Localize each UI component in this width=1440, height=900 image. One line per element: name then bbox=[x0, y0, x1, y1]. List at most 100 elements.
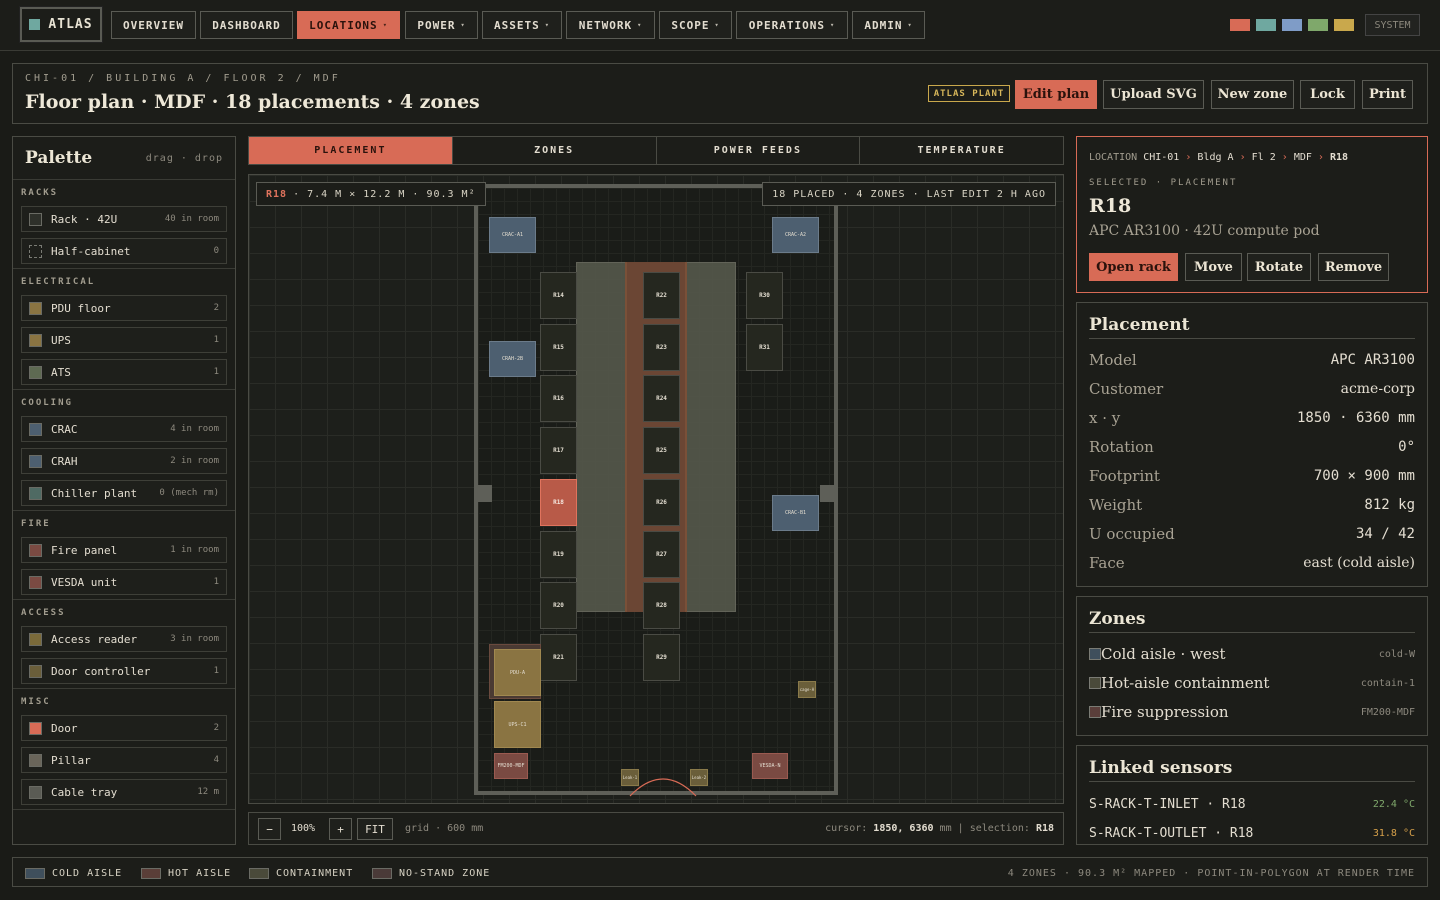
fit-button[interactable]: FIT bbox=[357, 818, 393, 840]
tab-placement[interactable]: PLACEMENT bbox=[249, 137, 453, 164]
rack-r28[interactable]: R28 bbox=[643, 582, 680, 630]
open-rack-button[interactable]: Open rack bbox=[1089, 253, 1178, 281]
edit-plan-button[interactable]: Edit plan bbox=[1015, 80, 1097, 109]
system-button[interactable]: SYSTEM bbox=[1365, 14, 1420, 36]
palette-item[interactable]: Rack · 42U 40 in room bbox=[21, 206, 227, 232]
print-button[interactable]: Print bbox=[1362, 80, 1413, 109]
palette-item[interactable]: VESDA unit 1 bbox=[21, 569, 227, 595]
palette-item[interactable]: UPS 1 bbox=[21, 327, 227, 353]
cage-reader[interactable]: cage-A bbox=[798, 681, 816, 698]
tab-zones[interactable]: ZONES bbox=[453, 137, 657, 164]
nav-assets[interactable]: ASSETS ▾ bbox=[482, 11, 562, 39]
brand-logo[interactable]: ATLAS bbox=[20, 7, 102, 42]
crac-a1[interactable]: CRAC-A1 bbox=[489, 217, 536, 253]
rack-r23[interactable]: R23 bbox=[643, 323, 680, 371]
lock-button[interactable]: Lock bbox=[1300, 80, 1355, 109]
palette-item[interactable]: PDU floor 2 bbox=[21, 295, 227, 321]
upload-svg-button[interactable]: Upload SVG bbox=[1103, 80, 1204, 109]
move-button[interactable]: Move bbox=[1185, 253, 1242, 281]
zone-row[interactable]: Fire suppression FM200-MDF bbox=[1089, 702, 1415, 722]
zone-row[interactable]: Cold aisle · west cold-W bbox=[1089, 644, 1415, 664]
rack-r25[interactable]: R25 bbox=[643, 427, 680, 475]
cursor-label: cursor: bbox=[825, 823, 868, 834]
zoom-out-button[interactable]: − bbox=[258, 818, 281, 840]
zoom-in-button[interactable]: + bbox=[329, 818, 352, 840]
rack-r24[interactable]: R24 bbox=[643, 375, 680, 423]
crac-b1[interactable]: CRAC-B1 bbox=[772, 495, 819, 531]
palette-item[interactable]: Access reader 3 in room bbox=[21, 626, 227, 652]
crac-a2[interactable]: CRAC-A2 bbox=[772, 217, 819, 253]
rack-r18[interactable]: R18 bbox=[540, 478, 577, 526]
palette-swatch-icon bbox=[29, 454, 42, 468]
palette-item[interactable]: Half-cabinet 0 bbox=[21, 238, 227, 264]
rack-r19[interactable]: R19 bbox=[540, 530, 577, 578]
rack-r15[interactable]: R15 bbox=[540, 323, 577, 371]
rack-r14[interactable]: R14 bbox=[540, 272, 577, 319]
rack-r16[interactable]: R16 bbox=[540, 375, 577, 423]
location-site[interactable]: CHI-01 bbox=[1143, 152, 1179, 163]
placement-key: Rotation bbox=[1089, 438, 1154, 456]
pdu-a[interactable]: PDU-A bbox=[494, 649, 541, 696]
palette-item[interactable]: Chiller plant 0 (mech rm) bbox=[21, 480, 227, 506]
nav-locations[interactable]: LOCATIONS ▾ bbox=[297, 11, 400, 39]
sensor-row[interactable]: S-RACK-T-INLET · R18 22.4 °C bbox=[1089, 794, 1415, 814]
new-zone-button[interactable]: New zone bbox=[1211, 80, 1294, 109]
location-floor[interactable]: Fl 2 bbox=[1252, 152, 1276, 163]
nav-network[interactable]: NETWORK ▾ bbox=[566, 11, 655, 39]
rotate-button[interactable]: Rotate bbox=[1247, 253, 1311, 281]
fm200-panel[interactable]: FM200-MDF bbox=[494, 753, 528, 779]
ups-c1[interactable]: UPS-C1 bbox=[494, 701, 541, 748]
rack-r27[interactable]: R27 bbox=[643, 530, 680, 578]
rack-r30[interactable]: R30 bbox=[746, 272, 783, 319]
palette-item[interactable]: Door controller 1 bbox=[21, 658, 227, 684]
rack-r17[interactable]: R17 bbox=[540, 427, 577, 475]
nav-scope[interactable]: SCOPE ▾ bbox=[659, 11, 732, 39]
palette-panel: Palette drag · drop RACKS Rack · 42U 40 in… bbox=[12, 136, 236, 845]
palette-item[interactable]: CRAC 4 in room bbox=[21, 416, 227, 442]
vesda-unit[interactable]: VESDA-N bbox=[752, 753, 788, 779]
palette-item-count: 12 m bbox=[197, 787, 219, 797]
theme-swatch[interactable] bbox=[1230, 19, 1250, 31]
floor-plan-canvas[interactable]: R14 R15 R16 R17 R18 R19 R20 R21 R22 R23 R24 R25 R26 R… bbox=[248, 174, 1064, 804]
palette-item[interactable]: Door 2 bbox=[21, 715, 227, 741]
rack-r22[interactable]: R22 bbox=[643, 272, 680, 319]
remove-button[interactable]: Remove bbox=[1318, 253, 1389, 281]
door-east[interactable] bbox=[820, 485, 838, 502]
crah-2b[interactable]: CRAH-2B bbox=[489, 341, 536, 377]
location-room[interactable]: MDF bbox=[1294, 152, 1312, 163]
palette-item-count: 1 bbox=[213, 335, 219, 345]
palette-item[interactable]: Cable tray 12 m bbox=[21, 779, 227, 805]
theme-swatch[interactable] bbox=[1282, 19, 1302, 31]
door-west[interactable] bbox=[474, 485, 492, 502]
nav-admin[interactable]: ADMIN ▾ bbox=[852, 11, 925, 39]
rack-r29[interactable]: R29 bbox=[643, 633, 680, 681]
brand-square-icon bbox=[29, 19, 41, 30]
theme-swatch[interactable] bbox=[1334, 19, 1354, 31]
rack-r20[interactable]: R20 bbox=[540, 582, 577, 630]
zone-row[interactable]: Hot-aisle containment contain-1 bbox=[1089, 673, 1415, 693]
palette-item[interactable]: CRAH 2 in room bbox=[21, 448, 227, 474]
chevron-right-icon: › bbox=[1317, 152, 1324, 163]
nav-dashboard[interactable]: DASHBOARD bbox=[200, 11, 293, 39]
theme-swatch[interactable] bbox=[1308, 19, 1328, 31]
nav-overview[interactable]: OVERVIEW bbox=[111, 11, 196, 39]
tab-power-feeds[interactable]: POWER FEEDS bbox=[657, 137, 861, 164]
nav-operations[interactable]: OPERATIONS ▾ bbox=[736, 11, 848, 39]
theme-swatch[interactable] bbox=[1256, 19, 1276, 31]
palette-swatch-icon bbox=[29, 664, 42, 678]
nav-power[interactable]: POWER ▾ bbox=[405, 11, 478, 39]
palette-item[interactable]: Fire panel 1 in room bbox=[21, 537, 227, 563]
location-building[interactable]: Bldg A bbox=[1197, 152, 1233, 163]
rack-r31[interactable]: R31 bbox=[746, 323, 783, 371]
palette-item[interactable]: ATS 1 bbox=[21, 359, 227, 385]
access-reader-2[interactable]: Leak-2 bbox=[690, 769, 708, 786]
sensor-row[interactable]: S-RACK-T-OUTLET · R18 31.8 °C bbox=[1089, 823, 1415, 843]
rack-r21[interactable]: R21 bbox=[540, 633, 577, 681]
legend-item: CONTAINMENT bbox=[249, 868, 353, 879]
access-reader-1[interactable]: Leak-1 bbox=[621, 769, 639, 786]
placement-value: 1850 · 6360 mm bbox=[1296, 410, 1415, 426]
tab-temperature[interactable]: TEMPERATURE bbox=[860, 137, 1063, 164]
rack-r26[interactable]: R26 bbox=[643, 478, 680, 526]
zone-swatch-icon bbox=[1089, 677, 1101, 689]
palette-item[interactable]: Pillar 4 bbox=[21, 747, 227, 773]
